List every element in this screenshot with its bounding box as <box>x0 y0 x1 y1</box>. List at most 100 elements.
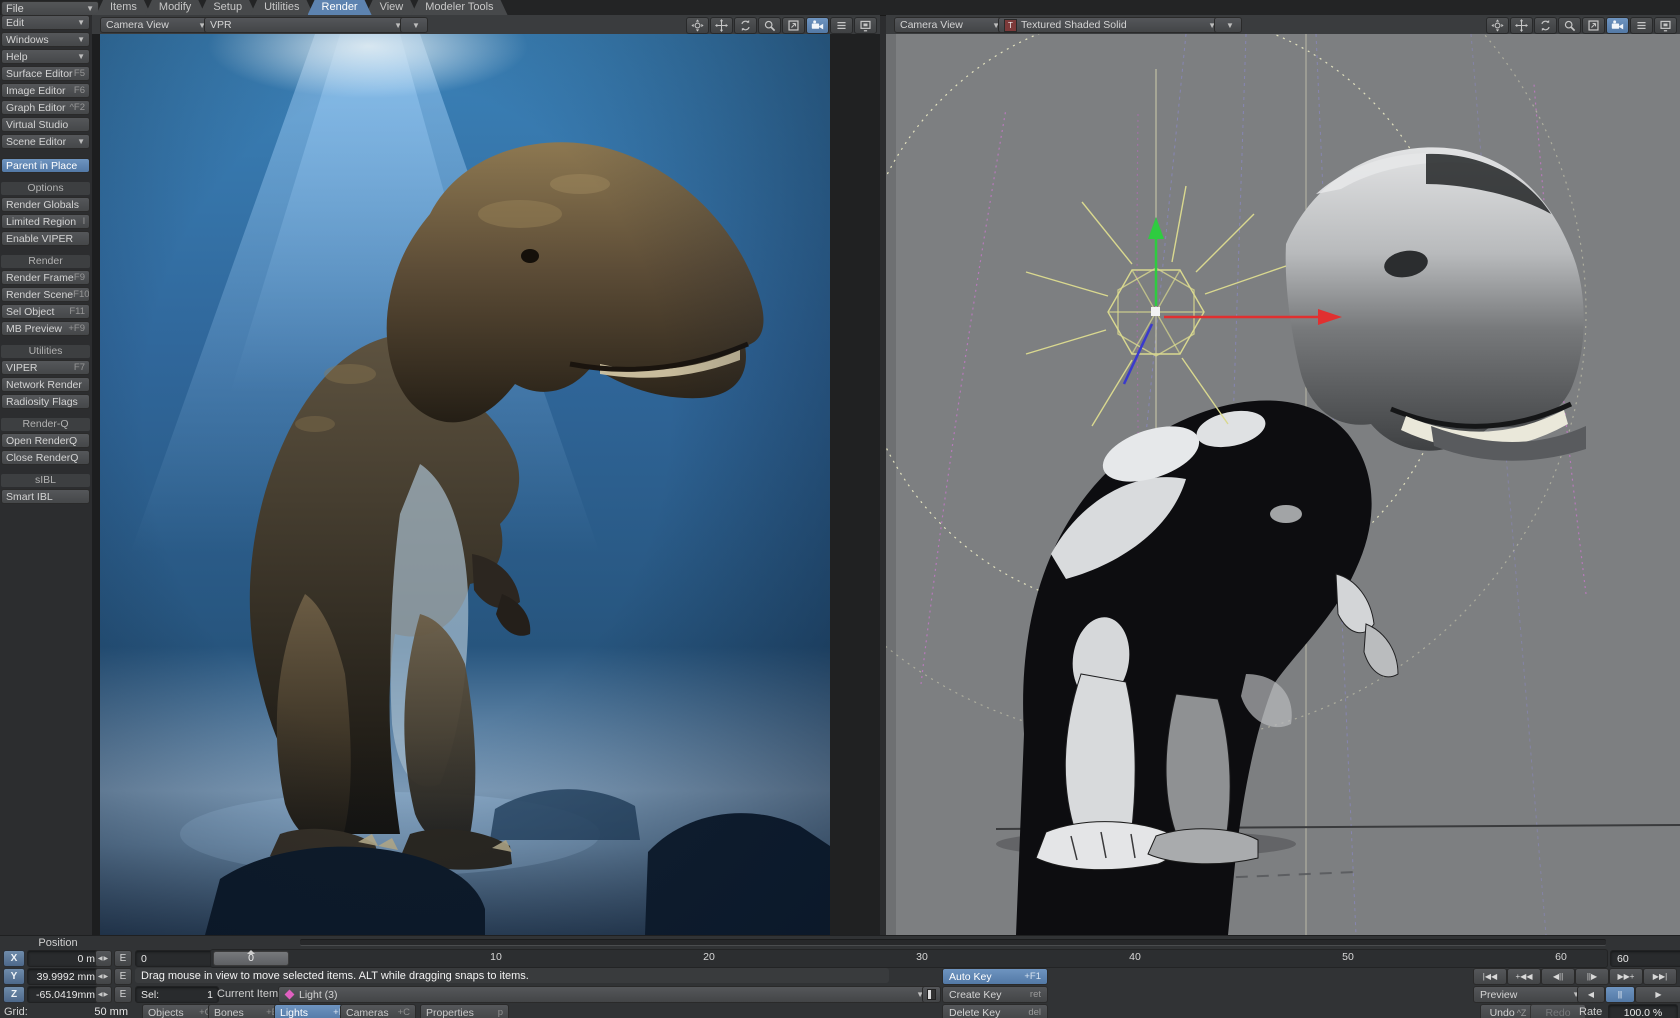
right-view-type-dropdown[interactable]: Camera View ▼ <box>894 17 1006 33</box>
sidebar-item-open-renderq[interactable]: Open RenderQ <box>1 433 90 448</box>
delete-key-button[interactable]: Delete Keydel <box>942 1004 1048 1018</box>
preview-dropdown[interactable]: Preview ▼ <box>1473 986 1587 1003</box>
tab-items[interactable]: Items <box>96 0 151 15</box>
frame-icon[interactable] <box>854 17 877 34</box>
z-position-field[interactable]: -65.0419mm <box>27 986 99 1003</box>
camera-icon[interactable] <box>806 17 829 34</box>
sidebar-item-label: Virtual Studio <box>6 119 68 131</box>
menu-tabs: ItemsModifySetupUtilitiesRenderViewModel… <box>96 0 502 15</box>
list-icon[interactable] <box>830 17 853 34</box>
tab-modeler-tools[interactable]: Modeler Tools <box>411 0 507 15</box>
tab-modify[interactable]: Modify <box>145 0 205 15</box>
rate-field[interactable]: 100.0 % <box>1608 1004 1678 1018</box>
sidebar-item-scene-editor[interactable]: Scene Editor▼ <box>1 134 90 149</box>
sidebar-item-network-render[interactable]: Network Render <box>1 377 90 392</box>
spinner-arrows-icon[interactable]: ◀▶ <box>95 986 112 1003</box>
lights-mode-button[interactable]: Lights+L <box>274 1004 350 1018</box>
item-properties-button[interactable] <box>922 986 941 1003</box>
play-forward-button[interactable]: ▶ <box>1635 986 1680 1003</box>
tab-render[interactable]: Render <box>308 0 372 15</box>
step-forward-button[interactable]: ||▶ <box>1575 968 1609 985</box>
pause-button[interactable]: || <box>1605 986 1635 1003</box>
maximize-icon[interactable] <box>782 17 805 34</box>
sidebar-item-render-frame[interactable]: Render FrameF9 <box>1 270 90 285</box>
sidebar-item-edit[interactable]: Edit▼ <box>1 15 90 30</box>
zoom-icon[interactable] <box>758 17 781 34</box>
rotate-icon[interactable] <box>1534 17 1557 34</box>
timeline-frame-slider[interactable]: 0 <box>213 951 289 966</box>
next-key-button[interactable]: ▶▶+ <box>1609 968 1643 985</box>
current-frame-field[interactable]: 0 <box>135 950 219 967</box>
sidebar-item-mb-preview[interactable]: MB Preview+F9 <box>1 321 90 336</box>
auto-key-button[interactable]: Auto Key+F1 <box>942 968 1048 985</box>
current-item-dropdown[interactable]: Light (3) ▼ <box>278 986 930 1003</box>
right-extra-dropdown[interactable]: ▼ <box>1214 17 1242 33</box>
move-icon[interactable] <box>710 17 733 34</box>
go-end-button[interactable]: ▶▶| <box>1643 968 1677 985</box>
play-reverse-button[interactable]: ◀ <box>1577 986 1605 1003</box>
tab-utilities[interactable]: Utilities <box>250 0 313 15</box>
sidebar-item-label: Smart IBL <box>6 491 53 503</box>
opengl-view[interactable] <box>886 34 1680 935</box>
sidebar-item-render-scene[interactable]: Render SceneF10 <box>1 287 90 302</box>
section-header-options: Options <box>1 182 90 195</box>
x-position-field[interactable]: 0 m <box>27 950 99 967</box>
sidebar-item-smart-ibl[interactable]: Smart IBL <box>1 489 90 504</box>
spinner-arrows-icon[interactable]: ◀▶ <box>95 968 112 985</box>
frame-icon[interactable] <box>1654 17 1677 34</box>
y-position-field[interactable]: 39.9992 mm <box>27 968 99 985</box>
envelope-button[interactable]: E <box>114 968 132 985</box>
x-axis-badge[interactable]: X <box>3 950 25 967</box>
sidebar-item-surface-editor[interactable]: Surface EditorF5 <box>1 66 90 81</box>
sidebar-item-enable-viper[interactable]: Enable VIPER <box>1 231 90 246</box>
right-render-mode-dropdown[interactable]: T Textured Shaded Solid ▼ <box>998 17 1222 33</box>
bottom-control-bar: Position X0 m◀▶EY39.9992 mm◀▶EZ-65.0419m… <box>0 935 1680 1018</box>
texture-mode-icon: T <box>1004 19 1017 32</box>
vpr-render-view[interactable] <box>100 34 830 935</box>
cameras-mode-button[interactable]: Cameras+C <box>340 1004 416 1018</box>
sidebar-item-image-editor[interactable]: Image EditorF6 <box>1 83 90 98</box>
spinner-arrows-icon[interactable]: ◀▶ <box>95 950 112 967</box>
go-start-button[interactable]: |◀◀ <box>1473 968 1507 985</box>
sidebar-item-limited-region[interactable]: Limited Regionl <box>1 214 90 229</box>
sidebar-item-parent-in-place[interactable]: Parent in Place <box>1 158 90 173</box>
zoom-icon[interactable] <box>1558 17 1581 34</box>
envelope-button[interactable]: E <box>114 950 132 967</box>
objects-mode-button[interactable]: Objects+O <box>142 1004 218 1018</box>
sidebar-item-help[interactable]: Help▼ <box>1 49 90 64</box>
timeline-track[interactable]: 0 102030405060 <box>210 949 1608 968</box>
sidebar-item-radiosity-flags[interactable]: Radiosity Flags <box>1 394 90 409</box>
file-menu-button[interactable]: File ▼ <box>1 1 99 16</box>
tab-setup[interactable]: Setup <box>199 0 256 15</box>
undo-button[interactable]: Undo ^Z <box>1480 1004 1536 1018</box>
rotate-icon[interactable] <box>734 17 757 34</box>
move-icon[interactable] <box>1510 17 1533 34</box>
maximize-icon[interactable] <box>1582 17 1605 34</box>
step-back-button[interactable]: ◀|| <box>1541 968 1575 985</box>
shortcut-hint: F5 <box>74 68 85 80</box>
list-icon[interactable] <box>1630 17 1653 34</box>
sidebar-item-viper[interactable]: VIPERF7 <box>1 360 90 375</box>
tab-view[interactable]: View <box>366 0 418 15</box>
sidebar-item-virtual-studio[interactable]: Virtual Studio <box>1 117 90 132</box>
create-key-button[interactable]: Create Keyret <box>942 986 1048 1003</box>
y-axis-badge[interactable]: Y <box>3 968 25 985</box>
camera-icon[interactable] <box>1606 17 1629 34</box>
left-extra-dropdown[interactable]: ▼ <box>400 17 428 33</box>
z-axis-badge[interactable]: Z <box>3 986 25 1003</box>
sidebar-item-graph-editor[interactable]: Graph Editor^F2 <box>1 100 90 115</box>
sidebar-item-windows[interactable]: Windows▼ <box>1 32 90 47</box>
bones-mode-button[interactable]: Bones+B <box>208 1004 284 1018</box>
properties-mode-button[interactable]: Propertiesp <box>420 1004 509 1018</box>
left-render-mode-dropdown[interactable]: VPR ▼ <box>204 17 408 33</box>
left-view-type-dropdown[interactable]: Camera View ▼ <box>100 17 212 33</box>
pan-icon[interactable] <box>1486 17 1509 34</box>
prev-key-button[interactable]: +◀◀ <box>1507 968 1541 985</box>
sidebar-item-render-globals[interactable]: Render Globals <box>1 197 90 212</box>
redo-button[interactable]: Redo <box>1530 1004 1586 1018</box>
end-frame-field[interactable]: 60 <box>1610 950 1680 967</box>
envelope-button[interactable]: E <box>114 986 132 1003</box>
sidebar-item-sel-object[interactable]: Sel ObjectF11 <box>1 304 90 319</box>
pan-icon[interactable] <box>686 17 709 34</box>
sidebar-item-close-renderq[interactable]: Close RenderQ <box>1 450 90 465</box>
